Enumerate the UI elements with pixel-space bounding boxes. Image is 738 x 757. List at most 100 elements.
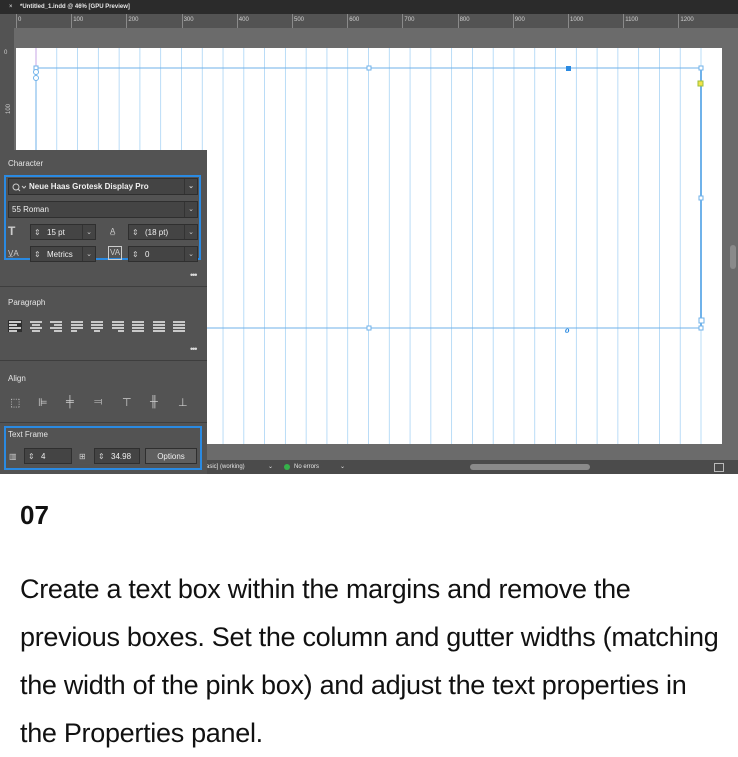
- justify-left-icon[interactable]: [70, 320, 84, 332]
- ruler-tick: [16, 14, 17, 28]
- align-top-edges-icon[interactable]: ⊤: [122, 396, 132, 409]
- stepper-icon[interactable]: ⇕: [98, 449, 105, 463]
- align-away-spine-icon[interactable]: [172, 320, 186, 332]
- kerning-field[interactable]: ⇕ Metrics ⌄: [30, 246, 96, 262]
- ruler-tick: [236, 14, 238, 28]
- chevron-down-icon[interactable]: ⌄: [184, 202, 197, 217]
- divider: [0, 286, 207, 287]
- step-description: Create a text box within the margins and…: [20, 574, 719, 748]
- align-right-icon[interactable]: [49, 320, 63, 332]
- font-size-icon: T: [8, 224, 16, 238]
- paragraph-section-title: Paragraph: [8, 298, 46, 307]
- columns-field[interactable]: ⇕ 4: [24, 448, 72, 464]
- frame-handle: [698, 195, 704, 201]
- horizontal-ruler[interactable]: 0 100 200 300 400 500 600 700 800 900 1000 1100 1200: [14, 14, 738, 28]
- chevron-down-icon[interactable]: ⌄: [184, 179, 197, 194]
- stepper-icon[interactable]: ⇕: [132, 247, 139, 261]
- vertical-ruler-label: 0: [4, 50, 8, 56]
- frame-handle: [698, 325, 704, 331]
- stepper-icon[interactable]: ⇕: [34, 225, 41, 239]
- ruler-label: 400: [238, 17, 249, 23]
- panel-toggle-icon[interactable]: [714, 463, 724, 472]
- font-family-value: Neue Haas Grotesk Display Pro: [29, 182, 149, 191]
- leading-value: (18 pt): [145, 228, 169, 237]
- preflight-profile[interactable]: asic] (working): [206, 460, 245, 474]
- center-point-icon: o: [565, 325, 570, 335]
- frame-handle: [366, 65, 372, 71]
- ruler-label: 700: [404, 17, 415, 23]
- stepper-icon[interactable]: ⇕: [34, 247, 41, 261]
- search-icon: [12, 183, 26, 192]
- align-section-title: Align: [8, 374, 26, 383]
- justify-all-icon[interactable]: [131, 320, 145, 332]
- ruler-tick: [512, 14, 514, 28]
- chevron-down-icon[interactable]: ⌄: [82, 225, 95, 239]
- leading-field[interactable]: ⇕ (18 pt) ⌄: [128, 224, 198, 240]
- align-left-edges-icon[interactable]: ⊫: [38, 396, 48, 409]
- preflight-errors[interactable]: No errors: [294, 460, 319, 474]
- align-bottom-edges-icon[interactable]: ⊥: [178, 396, 188, 409]
- indesign-screenshot: × *Untitled_1.indd @ 46% [GPU Preview] 0…: [0, 0, 738, 474]
- chevron-down-icon[interactable]: ⌄: [268, 460, 273, 474]
- horizontal-scrollbar[interactable]: [470, 464, 590, 470]
- leading-icon: A̲: [110, 227, 116, 236]
- paragraph-align-buttons: [8, 320, 200, 334]
- chevron-down-icon[interactable]: ⌄: [184, 225, 197, 239]
- character-more-button[interactable]: •••: [190, 270, 198, 280]
- tracking-value: 0: [145, 250, 150, 259]
- status-ok-icon: [284, 464, 290, 470]
- ruler-tick: [292, 14, 293, 28]
- font-style-value: 55 Roman: [12, 205, 49, 214]
- align-center-icon[interactable]: [29, 320, 43, 332]
- font-size-field[interactable]: ⇕ 15 pt ⌄: [30, 224, 96, 240]
- options-button[interactable]: Options: [145, 448, 197, 464]
- ruler-tick: [347, 14, 349, 28]
- close-tab-icon[interactable]: ×: [9, 0, 13, 14]
- chevron-down-icon[interactable]: ⌄: [184, 247, 197, 261]
- frame-handle: [698, 317, 705, 324]
- ruler-origin[interactable]: [0, 14, 14, 28]
- justify-center-icon[interactable]: [90, 320, 104, 332]
- ruler-tick: [678, 14, 680, 28]
- kerning-value: Metrics: [47, 250, 73, 259]
- ruler-label: 900: [514, 17, 525, 23]
- ruler-tick: [402, 14, 404, 28]
- text-frame-section-title: Text Frame: [8, 430, 49, 439]
- ruler-label: 600: [349, 17, 360, 23]
- ruler-label: 100: [73, 17, 84, 23]
- properties-panel: Character Neue Haas Grotesk Display Pro …: [0, 150, 207, 474]
- gutter-field[interactable]: ⇕ 34.98: [94, 448, 140, 464]
- stepper-icon[interactable]: ⇕: [28, 449, 35, 463]
- character-section-title: Character: [8, 159, 44, 168]
- align-right-edges-icon[interactable]: ⫤: [94, 396, 102, 409]
- ruler-tick: [457, 14, 459, 28]
- ruler-tick: [568, 14, 569, 28]
- justify-right-icon[interactable]: [111, 320, 125, 332]
- chevron-down-icon[interactable]: ⌄: [340, 460, 345, 474]
- align-horizontal-centers-icon[interactable]: ╪: [66, 396, 74, 408]
- paragraph-more-button[interactable]: •••: [190, 344, 198, 354]
- tracking-field[interactable]: ⇕ 0 ⌄: [128, 246, 198, 262]
- columns-icon: ▥: [9, 452, 17, 461]
- font-size-value: 15 pt: [47, 228, 65, 237]
- align-towards-spine-icon[interactable]: [152, 320, 166, 332]
- stepper-icon[interactable]: ⇕: [132, 225, 139, 239]
- vertical-ruler[interactable]: 0 100: [0, 28, 14, 150]
- ruler-label: 1000: [570, 17, 584, 23]
- divider: [0, 422, 207, 423]
- font-family-field[interactable]: Neue Haas Grotesk Display Pro ⌄: [8, 178, 198, 195]
- ruler-label: 500: [294, 17, 305, 23]
- ruler-label: 800: [459, 17, 470, 23]
- step-number: 07: [20, 500, 49, 530]
- font-style-field[interactable]: 55 Roman ⌄: [8, 201, 198, 218]
- document-tab-bar: × *Untitled_1.indd @ 46% [GPU Preview]: [0, 0, 738, 14]
- align-buttons: ⬚ ⊫ ╪ ⫤ ⊤ ╫ ⊥: [10, 396, 200, 410]
- vertical-scrollbar[interactable]: [730, 245, 736, 269]
- gutter-icon: ⊞: [79, 452, 86, 461]
- align-to-selection-icon[interactable]: ⬚: [10, 396, 20, 409]
- align-vertical-centers-icon[interactable]: ╫: [150, 396, 158, 408]
- columns-value: 4: [41, 452, 46, 461]
- align-left-icon[interactable]: [8, 320, 22, 332]
- document-tab-title[interactable]: *Untitled_1.indd @ 46% [GPU Preview]: [20, 0, 130, 14]
- chevron-down-icon[interactable]: ⌄: [82, 247, 95, 261]
